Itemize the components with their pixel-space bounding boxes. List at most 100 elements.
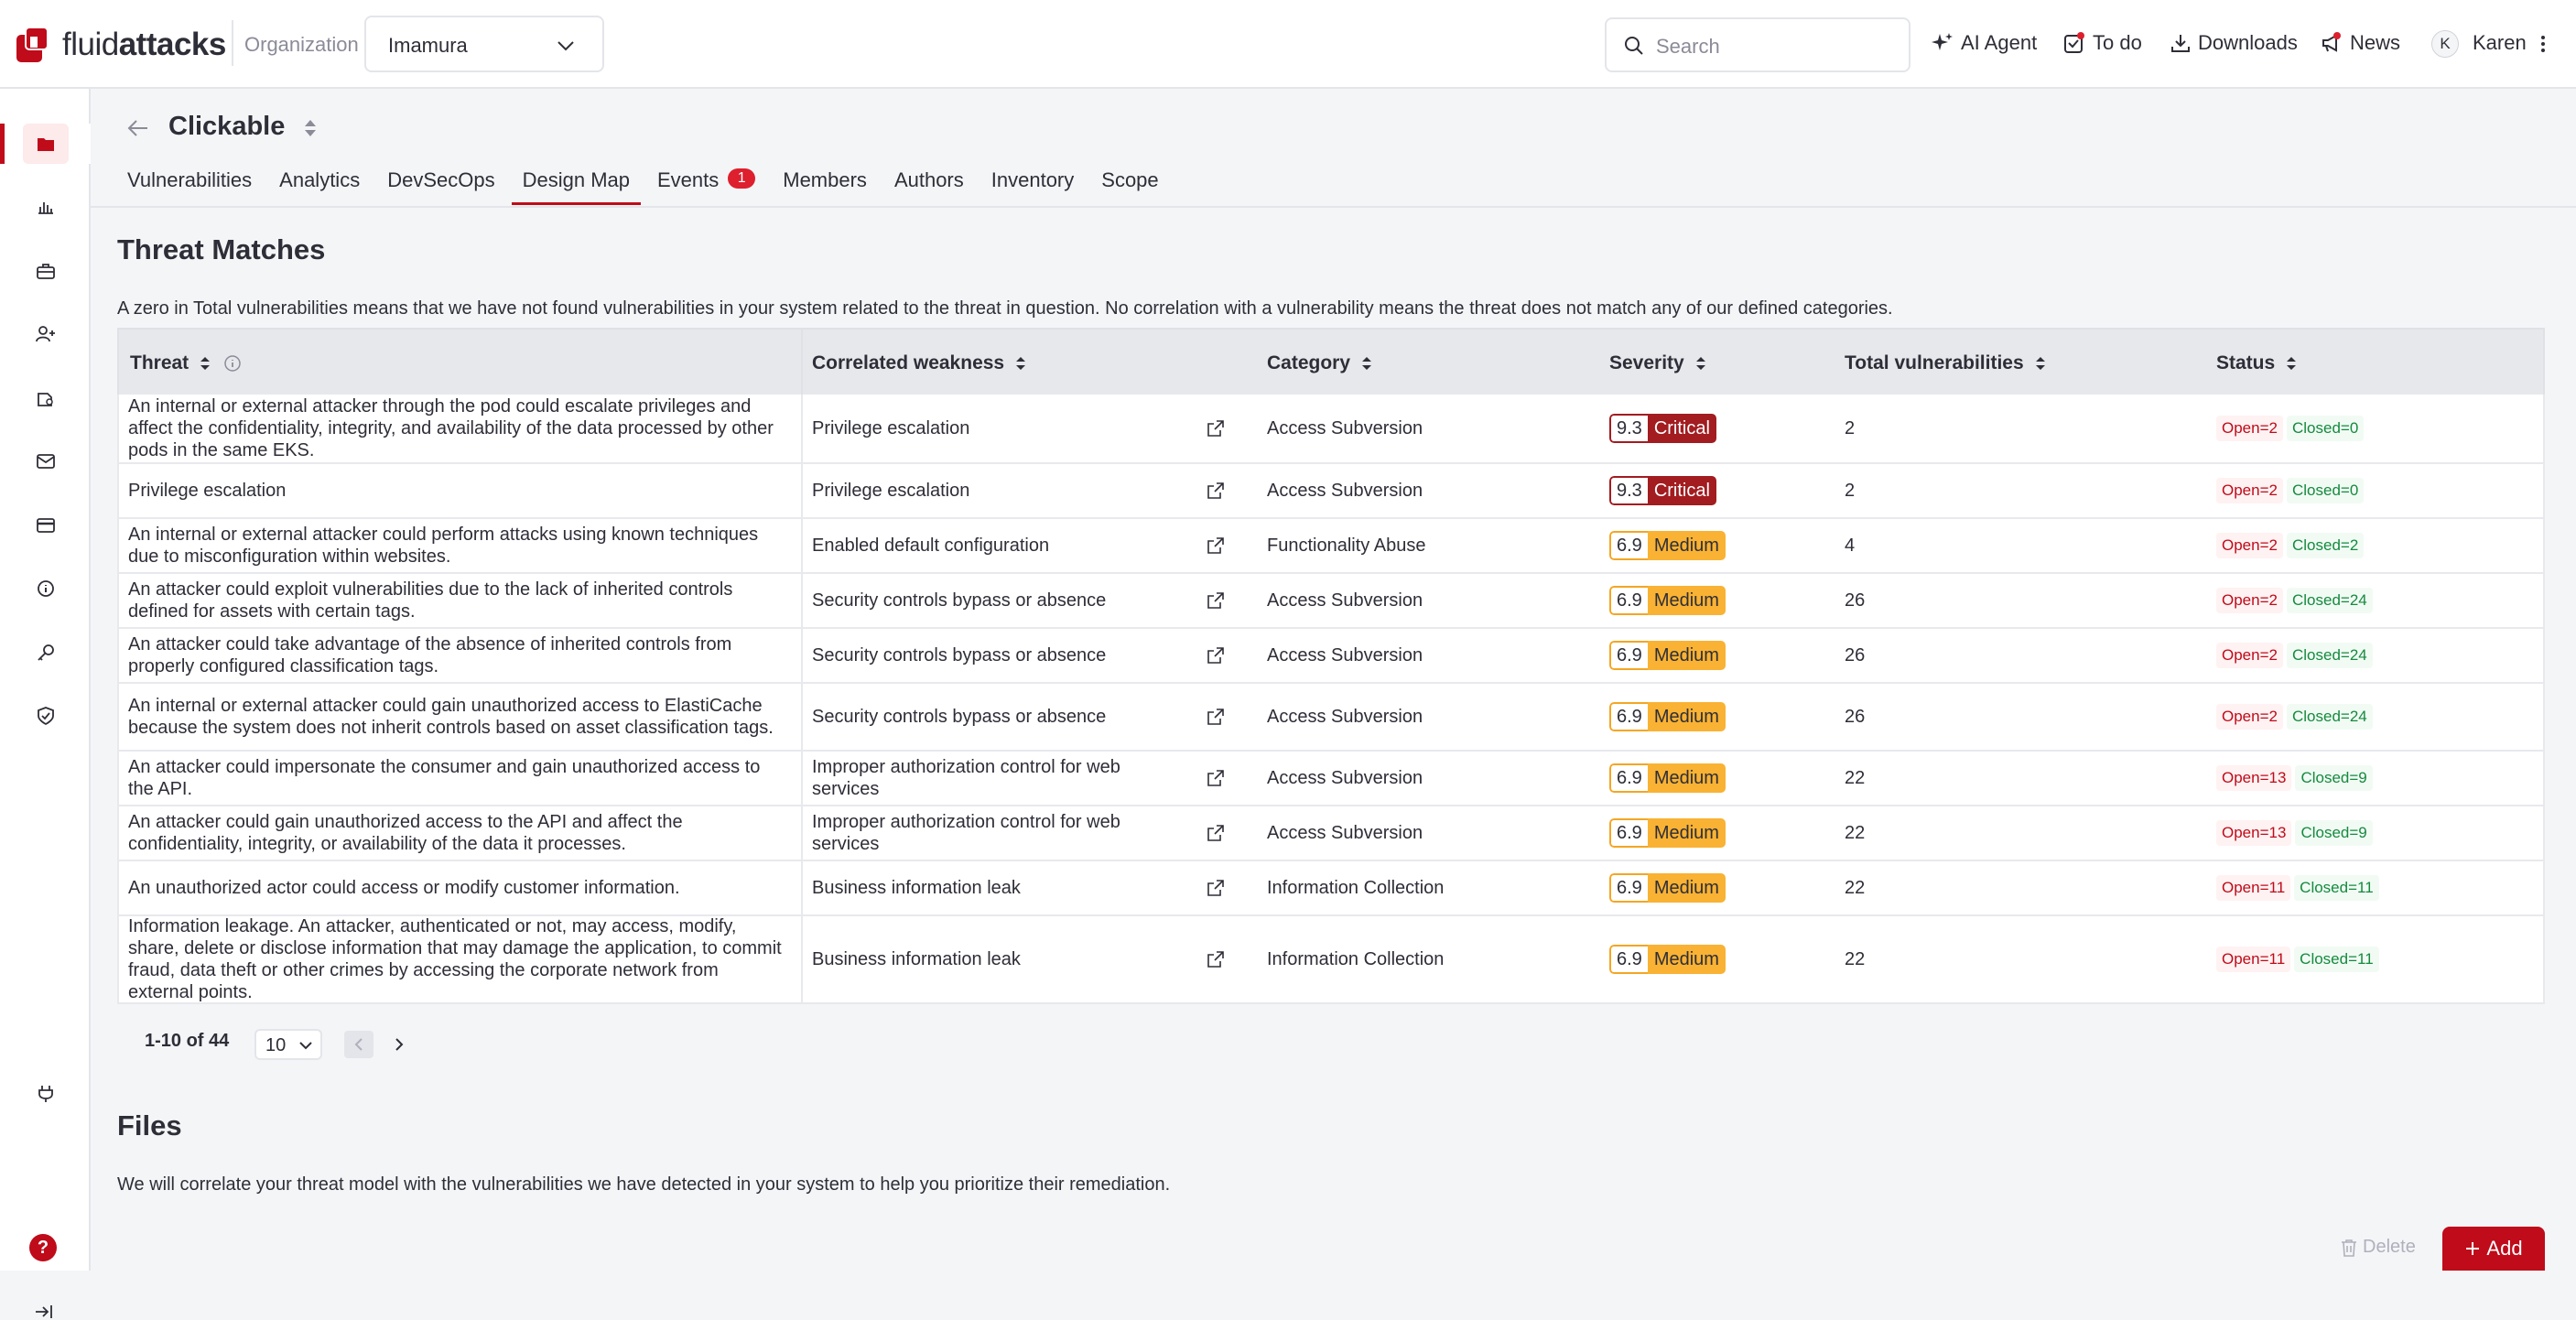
total-vulnerabilities-cell: 22 [1845,806,1865,860]
organization-select[interactable]: Imamura [364,16,604,72]
total-vulnerabilities-cell: 4 [1845,519,1855,572]
status-cell: Open=2Closed=24 [2216,574,2373,627]
sidebar-item-policies[interactable] [0,378,91,418]
sort-switch-icon[interactable] [302,117,319,139]
column-total-vulnerabilities[interactable]: Total vulnerabilities [1845,330,2046,396]
external-link-icon[interactable] [1207,806,1230,860]
category-cell: Access Subversion [1267,752,1423,805]
weakness-cell: Improper authorization control for web s… [812,806,1187,860]
todo-button[interactable]: To do [2063,31,2142,55]
threat-cell: An attacker could impersonate the consum… [128,752,787,805]
tab-authors[interactable]: Authors [894,168,964,205]
category-cell: Functionality Abuse [1267,519,1425,572]
downloads-button[interactable]: Downloads [2170,31,2298,55]
status-open-tag: Open=2 [2216,704,2283,730]
external-link-icon[interactable] [1207,861,1230,914]
status-open-tag: Open=2 [2216,416,2283,441]
tab-events[interactable]: Events1 [657,168,755,205]
external-link-icon[interactable] [1207,464,1230,517]
external-link-icon[interactable] [1207,752,1230,805]
sidebar-item-billing[interactable] [0,505,91,546]
delete-button[interactable]: Delete [2341,1237,2416,1258]
sidebar-item-info[interactable] [0,568,91,609]
tab-members[interactable]: Members [783,168,867,205]
todo-label: To do [2093,31,2142,55]
table-row: An attacker could gain unauthorized acce… [119,805,2543,860]
ai-agent-button[interactable]: AI Agent [1932,31,2037,55]
severity-score: 6.9 [1609,531,1648,560]
tab-design-map[interactable]: Design Map [523,168,630,205]
external-link-icon[interactable] [1207,519,1230,572]
search-input[interactable]: Search [1605,17,1910,72]
severity-cell: 6.9Medium [1609,806,1726,860]
severity-score: 6.9 [1609,586,1648,615]
external-link-icon[interactable] [1207,684,1230,750]
severity-level: Medium [1648,702,1726,731]
sidebar-item-members[interactable] [0,314,91,354]
sidebar-item-analytics[interactable] [0,187,91,227]
add-button[interactable]: Add [2442,1227,2545,1271]
severity-cell: 6.9Medium [1609,684,1726,750]
sidebar-item-integrations[interactable] [0,1074,91,1114]
sidebar-item-portfolio[interactable] [0,251,91,291]
back-arrow-icon[interactable] [127,118,149,138]
severity-level: Medium [1648,873,1726,903]
threat-cell: An unauthorized actor could access or mo… [128,861,787,914]
trash-icon [2341,1239,2357,1257]
user-name[interactable]: Karen [2473,31,2527,55]
table-row: An unauthorized actor could access or mo… [119,860,2543,914]
previous-page-button[interactable] [344,1031,373,1058]
sort-icon [2035,355,2046,372]
next-page-button[interactable] [384,1031,414,1058]
total-vulnerabilities-cell: 26 [1845,574,1865,627]
column-correlated-weakness[interactable]: Correlated weakness [812,330,1026,396]
severity-badge: 6.9Medium [1609,641,1726,670]
sidebar-item-groups[interactable] [0,124,91,164]
org-label: Organization [244,33,359,57]
status-closed-tag: Closed=24 [2287,643,2373,668]
external-link-icon[interactable] [1207,916,1230,1002]
severity-badge: 9.3Critical [1609,414,1716,443]
severity-level: Medium [1648,586,1726,615]
weakness-cell: Security controls bypass or absence [812,629,1187,682]
table-row: An internal or external attacker could g… [119,682,2543,750]
severity-level: Critical [1648,476,1716,505]
tab-scope[interactable]: Scope [1101,168,1158,205]
severity-level: Medium [1648,531,1726,560]
tab-vulnerabilities[interactable]: Vulnerabilities [127,168,252,205]
tab-inventory[interactable]: Inventory [991,168,1075,205]
help-button[interactable]: ? [29,1234,57,1261]
threats-table: Threat Correlated weakness Category Seve… [117,328,2545,1004]
fluidattacks-logo[interactable]: fluidattacks [16,24,226,66]
severity-cell: 6.9Medium [1609,574,1726,627]
shield-icon [37,707,55,725]
status-open-tag: Open=11 [2216,947,2290,972]
severity-score: 9.3 [1609,414,1648,443]
sidebar-item-compliance[interactable] [0,696,91,736]
column-threat[interactable]: Threat [130,330,242,396]
tab-devsecops[interactable]: DevSecOps [387,168,494,205]
column-category[interactable]: Category [1267,330,1372,396]
threat-matches-title: Threat Matches [117,233,325,266]
external-link-icon[interactable] [1207,574,1230,627]
status-cell: Open=2Closed=0 [2216,464,2364,517]
tab-analytics[interactable]: Analytics [279,168,360,205]
severity-badge: 6.9Medium [1609,945,1726,974]
expand-sidebar-icon[interactable] [35,1304,53,1320]
external-link-icon[interactable] [1207,629,1230,682]
news-button[interactable]: News [2321,31,2400,55]
sidebar-item-credentials[interactable] [0,633,91,673]
total-vulnerabilities-cell: 22 [1845,916,1865,1002]
more-options-icon[interactable] [2540,35,2546,53]
sidebar-item-mail[interactable] [0,441,91,481]
table-row: Privilege escalationPrivilege escalation… [119,462,2543,517]
page-size-select[interactable]: 10 [254,1029,322,1060]
card-icon [37,518,55,533]
external-link-icon[interactable] [1207,395,1230,462]
threat-cell: An internal or external attacker could g… [128,684,787,750]
todo-icon [2063,32,2085,54]
avatar[interactable]: K [2431,30,2459,58]
column-status[interactable]: Status [2216,330,2297,396]
header-divider [801,330,803,396]
column-severity[interactable]: Severity [1609,330,1706,396]
